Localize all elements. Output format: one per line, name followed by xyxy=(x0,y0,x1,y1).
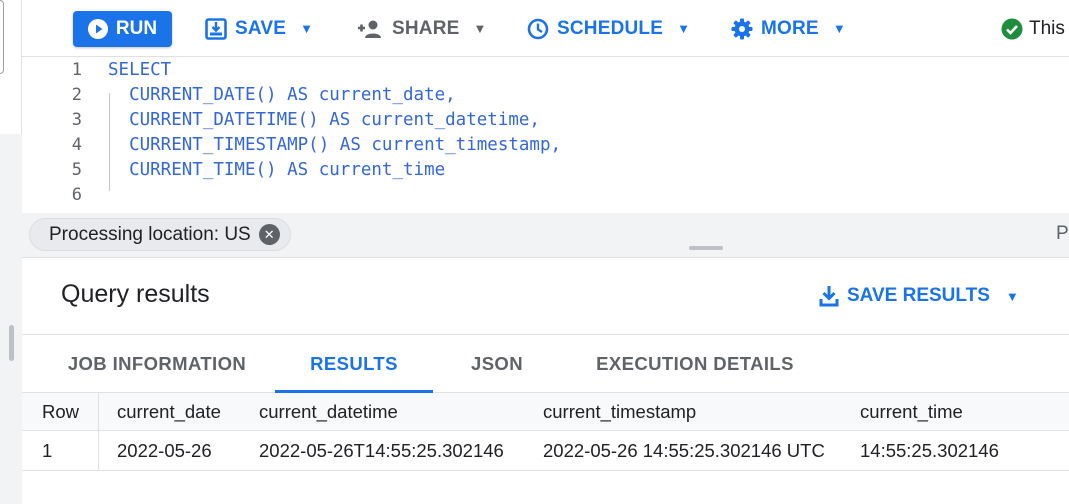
gear-icon xyxy=(731,18,753,39)
query-validation-status: This xyxy=(1001,0,1065,57)
row-number-cell: 1 xyxy=(42,439,53,461)
code-line[interactable]: CURRENT_DATETIME() AS current_datetime, xyxy=(108,110,540,130)
column-header[interactable]: current_datetime xyxy=(259,393,398,430)
resize-handle[interactable] xyxy=(9,325,14,361)
save-results-button[interactable]: SAVE RESULTS ▼ xyxy=(819,280,1019,312)
close-icon[interactable]: ✕ xyxy=(258,224,280,245)
table-row: 1 2022-05-26 2022-05-26T14:55:25.302146 … xyxy=(22,431,1069,471)
collapsed-panel-edge[interactable] xyxy=(0,0,4,74)
schedule-label: SCHEDULE xyxy=(557,17,664,39)
truncated-text: P xyxy=(1056,223,1069,244)
processing-bar: Processing location: US ✕ P xyxy=(22,213,1069,258)
results-tabs: JOB INFORMATION RESULTS JSON EXECUTION D… xyxy=(22,335,1069,394)
run-button[interactable]: RUN xyxy=(73,11,172,47)
processing-location-chip[interactable]: Processing location: US ✕ xyxy=(29,218,291,251)
line-number-gutter: 1 2 3 4 5 6 xyxy=(22,57,88,213)
code-line[interactable]: CURRENT_TIME() AS current_time xyxy=(108,160,445,180)
line-number: 5 xyxy=(71,160,82,180)
table-header: Row current_date current_datetime curren… xyxy=(22,393,1069,431)
person-add-icon xyxy=(358,20,381,38)
chevron-down-icon: ▼ xyxy=(300,21,314,36)
line-number: 3 xyxy=(71,110,82,130)
check-circle-icon xyxy=(1001,18,1023,39)
chevron-down-icon: ▼ xyxy=(677,21,691,36)
more-menu-button[interactable]: MORE ▼ xyxy=(731,0,846,57)
column-header[interactable]: current_date xyxy=(117,393,221,430)
tab-job-information[interactable]: JOB INFORMATION xyxy=(40,335,274,393)
column-header[interactable]: current_timestamp xyxy=(543,393,696,430)
share-menu-button[interactable]: SHARE ▼ xyxy=(356,0,487,57)
line-number: 2 xyxy=(71,85,82,105)
tab-json[interactable]: JSON xyxy=(442,335,552,393)
pane-drag-handle[interactable] xyxy=(689,246,723,250)
query-toolbar: RUN SAVE ▼ SHARE ▼ SCHEDULE ▼ MORE ▼ Thi… xyxy=(22,0,1069,57)
code-line[interactable]: CURRENT_TIMESTAMP() AS current_timestamp… xyxy=(108,135,561,155)
table-cell[interactable]: 14:55:25.302146 xyxy=(860,431,999,470)
clock-icon xyxy=(527,18,549,39)
table-cell[interactable]: 2022-05-26 xyxy=(117,431,212,470)
left-panel-gutter xyxy=(0,0,22,504)
download-icon xyxy=(819,286,839,307)
save-icon xyxy=(205,17,227,40)
run-label: RUN xyxy=(115,18,158,39)
play-circle-icon xyxy=(87,19,108,39)
chevron-down-icon: ▼ xyxy=(1005,288,1019,304)
table-cell[interactable]: 2022-05-26 14:55:25.302146 UTC xyxy=(543,431,825,470)
schedule-menu-button[interactable]: SCHEDULE ▼ xyxy=(527,0,690,57)
chevron-down-icon: ▼ xyxy=(832,21,846,36)
column-header[interactable]: current_time xyxy=(860,393,963,430)
results-title: Query results xyxy=(61,280,210,308)
tab-results[interactable]: RESULTS xyxy=(275,335,433,394)
save-results-label: SAVE RESULTS xyxy=(847,285,990,306)
code-line[interactable]: CURRENT_DATE() AS current_date, xyxy=(108,85,456,105)
save-label: SAVE xyxy=(235,17,287,39)
sql-editor[interactable]: 1 2 3 4 5 6 SELECT CURRENT_DATE() AS cur… xyxy=(22,57,1069,213)
panel-shade xyxy=(0,134,22,504)
save-menu-button[interactable]: SAVE ▼ xyxy=(205,0,313,57)
line-number: 4 xyxy=(71,135,82,155)
share-label: SHARE xyxy=(392,17,460,39)
table-cell[interactable]: 2022-05-26T14:55:25.302146 xyxy=(259,431,504,470)
row-column-separator xyxy=(98,393,99,471)
line-number: 1 xyxy=(71,60,82,80)
validation-text: This xyxy=(1029,17,1065,39)
code-line[interactable]: SELECT xyxy=(108,60,171,80)
query-results-panel: Query results SAVE RESULTS ▼ JOB INFORMA… xyxy=(22,258,1069,504)
processing-location-label: Processing location: US xyxy=(49,223,251,245)
column-header-row: Row xyxy=(42,400,80,422)
chevron-down-icon: ▼ xyxy=(473,21,487,36)
more-label: MORE xyxy=(761,17,819,39)
line-number: 6 xyxy=(71,185,82,205)
tab-execution-details[interactable]: EXECUTION DETAILS xyxy=(575,335,815,393)
